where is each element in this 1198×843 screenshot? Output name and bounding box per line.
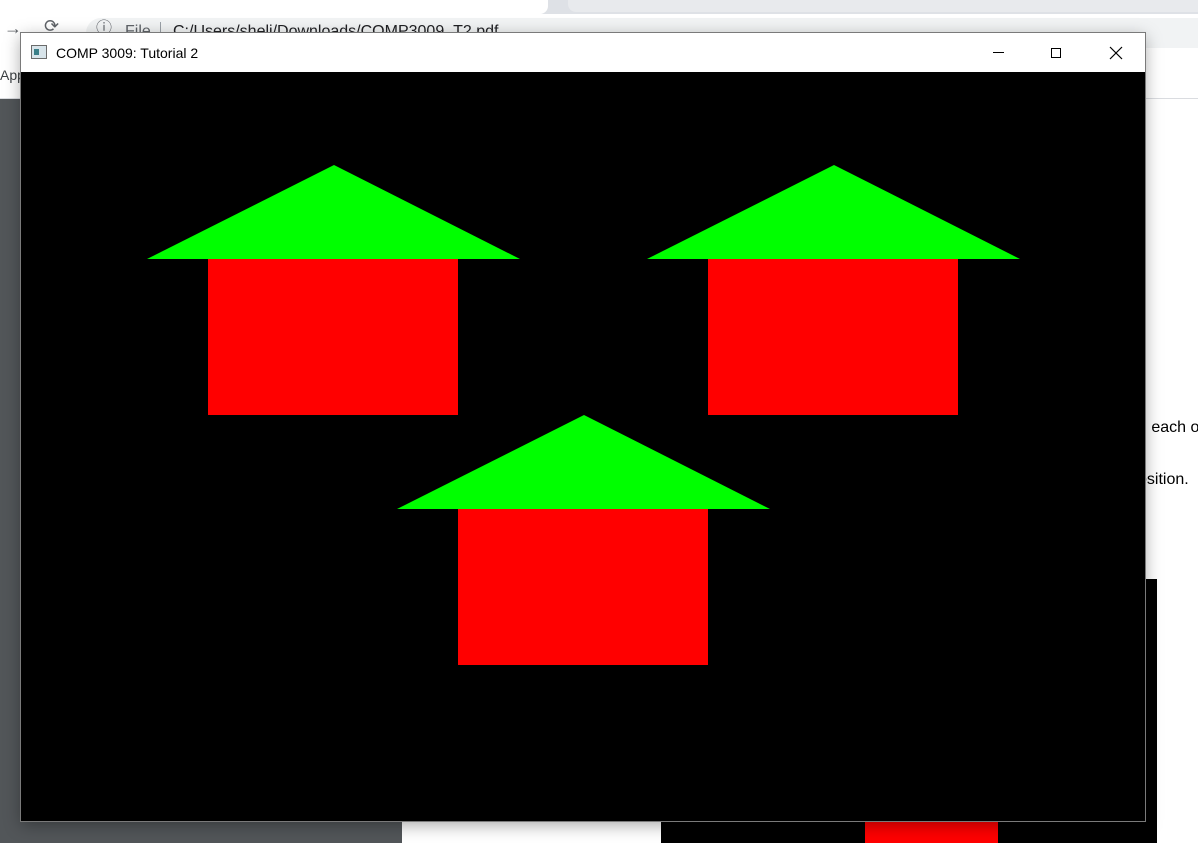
window-title: COMP 3009: Tutorial 2 [56, 45, 199, 61]
house-roof [647, 165, 1020, 259]
house-body [458, 509, 708, 665]
maximize-icon [1051, 47, 1061, 58]
pdf-figure-red-shape [865, 822, 998, 843]
pdf-text-line: n each o [1138, 419, 1198, 436]
app-window[interactable]: COMP 3009: Tutorial 2 [21, 33, 1145, 821]
desktop: → ⟳ ⓘ File C:/Users/sheli/Downloads/COMP… [0, 0, 1198, 843]
minimize-icon [992, 52, 1004, 53]
app-icon [31, 45, 47, 59]
app-icon-glyph [34, 49, 39, 55]
house-roof [147, 165, 520, 259]
house-roof [397, 415, 770, 509]
house-body [208, 259, 458, 415]
browser-tab[interactable] [0, 0, 548, 14]
minimize-button[interactable] [969, 33, 1027, 72]
arrow-left-icon[interactable]: → [4, 18, 22, 38]
close-button[interactable] [1087, 33, 1145, 72]
house-body [708, 259, 958, 415]
close-icon [1109, 46, 1123, 59]
browser-tab-strip-area [568, 0, 1198, 12]
pdf-text-line: osition. [1138, 471, 1189, 488]
title-bar[interactable]: COMP 3009: Tutorial 2 [21, 33, 1145, 72]
render-canvas[interactable] [21, 72, 1145, 821]
maximize-button[interactable] [1027, 33, 1085, 72]
